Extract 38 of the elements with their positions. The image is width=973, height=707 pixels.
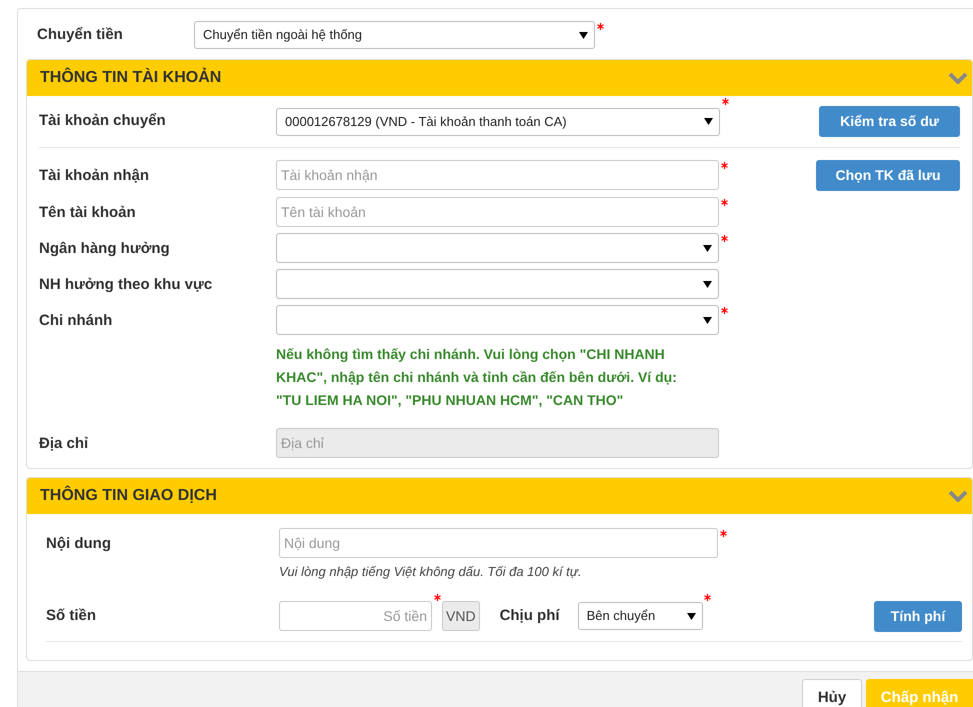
field-label: Chuyển tiền — [37, 24, 124, 45]
caret-icon — [703, 280, 712, 288]
field-label: Tài khoản nhận — [39, 166, 150, 186]
select-field[interactable]: 000012678129 (VND - Tài khoản thanh toán CA) — [276, 108, 720, 136]
field-label: Số tiền — [46, 606, 98, 626]
cancel-button[interactable]: Hủy — [802, 678, 862, 707]
input-field[interactable]: Tên tài khoản — [276, 197, 719, 227]
select-field[interactable] — [276, 233, 719, 263]
input-field[interactable]: Số tiền — [279, 601, 432, 631]
field-label: Nội dung — [46, 534, 112, 554]
action-button[interactable]: Kiểm tra số dư — [819, 106, 960, 137]
input-field[interactable]: Nội dung — [279, 528, 718, 558]
action-button[interactable]: Chọn TK đã lưu — [816, 160, 960, 191]
branch-note: Nếu không tìm thấy chi nhánh. Vui lòng chọn "CHI NHANH KHAC", nhập tên chi nhánh và tỉnh cần đến bên dưới. Ví dụ: "TU LIEM HA NOI", "PHU NHUAN HCM", "CAN THO" — [276, 345, 678, 410]
select-field[interactable]: Bên chuyển — [578, 602, 703, 630]
currency-unit: VND — [442, 601, 480, 631]
field-label: Tài khoản chuyển — [39, 111, 167, 132]
caret-icon — [579, 32, 588, 38]
select-field[interactable] — [276, 269, 719, 299]
caret-icon — [704, 118, 713, 125]
field-label: Ngân hàng hưởng — [39, 239, 171, 259]
chevron-icon — [948, 72, 968, 84]
caret-icon — [703, 244, 712, 252]
caret-icon — [703, 316, 712, 324]
field-label: Địa chỉ — [39, 434, 90, 454]
chevron-icon — [948, 490, 968, 502]
field-label: Chi nhánh — [39, 311, 114, 331]
action-button[interactable]: Tính phí — [874, 600, 962, 632]
section-header[interactable]: THÔNG TIN TÀI KHOẢN — [27, 60, 972, 96]
select-field[interactable] — [276, 305, 719, 335]
select-field[interactable]: Chuyển tiền ngoài hệ thống — [194, 21, 595, 49]
field-label: Tên tài khoản — [39, 203, 137, 223]
hint-text: Vui lòng nhập tiếng Việt không dấu. Tối đa 100 kí tự. — [279, 563, 583, 581]
field-label: Chịu phí — [500, 606, 561, 626]
section-header[interactable]: THÔNG TIN GIAO DỊCH — [27, 478, 972, 514]
caret-icon — [686, 612, 696, 620]
input-field[interactable]: Tài khoản nhận — [276, 160, 719, 190]
field-label: NH hưởng theo khu vực — [39, 275, 214, 295]
